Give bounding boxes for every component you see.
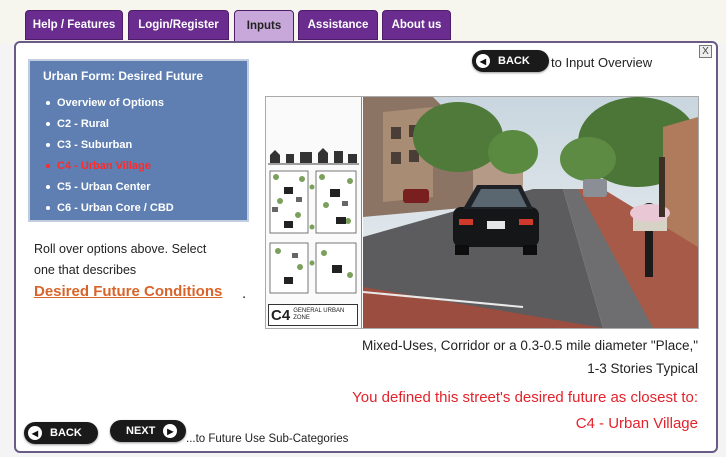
next-button[interactable]: NEXT ▶ (110, 420, 186, 442)
menu-item-label: C4 - Urban Village (57, 159, 151, 172)
close-icon[interactable]: X (699, 45, 712, 58)
zone-name-line2: ZONE (293, 315, 310, 321)
instructions-trailing: . (242, 285, 247, 302)
back-to-overview-button[interactable]: ◀ BACK (472, 50, 549, 72)
menu-item-label: C3 - Suburban (57, 138, 133, 151)
menu-item-c5-urban-center[interactable]: C5 - Urban Center (46, 176, 174, 197)
tab-about-us[interactable]: About us (382, 10, 451, 40)
menu-item-label: C5 - Urban Center (57, 180, 151, 193)
menu-title: Urban Form: Desired Future (43, 69, 204, 83)
tab-inputs[interactable]: Inputs (234, 10, 294, 42)
tab-label: Login/Register (138, 19, 219, 31)
street-photo (363, 97, 698, 328)
menu-item-c6-urban-core[interactable]: C6 - Urban Core / CBD (46, 197, 174, 218)
back-caption: to Input Overview (551, 55, 653, 70)
menu-item-c2-rural[interactable]: C2 - Rural (46, 113, 174, 134)
tab-label: Assistance (307, 19, 369, 31)
tab-login-register[interactable]: Login/Register (128, 10, 229, 40)
menu-list: Overview of Options C2 - Rural C3 - Subu… (46, 92, 174, 218)
zone-name-line1: GENERAL URBAN (293, 308, 345, 314)
menu-item-overview[interactable]: Overview of Options (46, 92, 174, 113)
next-caption: ...to Future Use Sub-Categories (186, 433, 349, 445)
menu-item-c4-urban-village[interactable]: C4 - Urban Village (46, 155, 174, 176)
zone-diagram-label: C4 GENERAL URBAN ZONE (268, 304, 358, 326)
result-line1: You defined this street's desired future… (352, 389, 698, 406)
zone-name: GENERAL URBAN ZONE (293, 308, 344, 322)
desired-future-menu: Urban Form: Desired Future Overview of O… (28, 59, 249, 222)
zone-plan-illustration (268, 148, 359, 294)
tab-help-features[interactable]: Help / Features (25, 10, 123, 40)
zone-description-line1: Mixed-Uses, Corridor or a 0.3-0.5 mile d… (362, 338, 698, 353)
tab-label: About us (391, 19, 442, 31)
close-label: X (702, 46, 709, 57)
next-arrow-icon: ▶ (163, 424, 178, 438)
back-button[interactable]: ◀ BACK (24, 422, 98, 444)
bullet-icon (46, 142, 50, 147)
bullet-icon (46, 205, 50, 210)
street-image-frame: C4 GENERAL URBAN ZONE (265, 96, 699, 329)
bullet-icon (46, 184, 50, 189)
back-arrow-icon: ◀ (476, 54, 490, 68)
menu-item-label: C2 - Rural (57, 117, 109, 130)
result-selection: C4 - Urban Village (575, 415, 698, 432)
tab-label: Help / Features (32, 19, 116, 31)
instructions-text: Roll over options above. Select one that… (34, 239, 206, 281)
zone-code: C4 (271, 306, 291, 324)
zone-diagram: C4 GENERAL URBAN ZONE (266, 97, 362, 328)
input-panel: X ◀ BACK to Input Overview Urban Form: D… (14, 41, 718, 453)
menu-item-c3-suburban[interactable]: C3 - Suburban (46, 134, 174, 155)
back-button-label: BACK (498, 55, 530, 67)
next-button-label: NEXT (126, 425, 156, 437)
desired-future-conditions-link[interactable]: Desired Future Conditions (34, 283, 222, 300)
instructions-line1: Roll over options above. Select (34, 242, 207, 256)
back-button-label: BACK (50, 427, 82, 439)
bullet-icon (46, 121, 50, 126)
bullet-icon (46, 100, 50, 105)
top-nav: Help / Features Login/Register Inputs As… (0, 0, 726, 44)
tab-label: Inputs (246, 20, 282, 32)
back-arrow-icon: ◀ (28, 426, 42, 440)
menu-item-label: Overview of Options (57, 96, 164, 109)
zone-description-line2: 1-3 Stories Typical (587, 361, 698, 376)
bullet-icon (46, 163, 50, 168)
menu-item-label: C6 - Urban Core / CBD (57, 201, 174, 214)
instructions-line2: one that describes (34, 263, 137, 277)
tab-assistance[interactable]: Assistance (298, 10, 378, 40)
